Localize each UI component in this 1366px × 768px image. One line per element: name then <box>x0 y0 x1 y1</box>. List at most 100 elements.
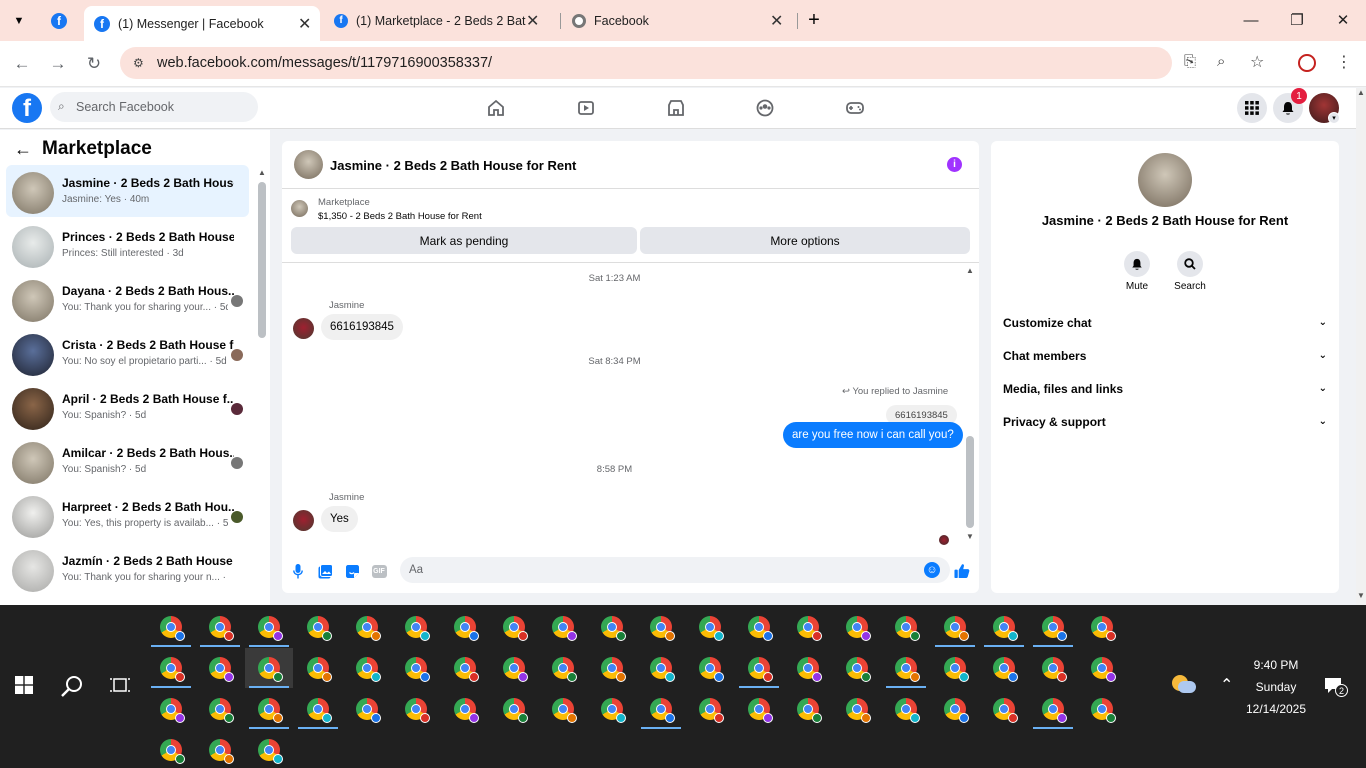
bookmark-star-icon[interactable]: ☆ <box>1250 52 1264 72</box>
menu-grid-icon[interactable] <box>1237 93 1267 123</box>
chrome-profile-icon[interactable] <box>846 657 871 682</box>
clock-day[interactable]: Sunday <box>1231 680 1321 694</box>
chrome-profile-icon[interactable] <box>1091 657 1116 682</box>
chrome-profile-icon[interactable] <box>307 657 332 682</box>
info-avatar[interactable] <box>1138 153 1192 207</box>
chrome-profile-icon[interactable] <box>797 698 822 723</box>
scroll-down-icon[interactable]: ▼ <box>1357 591 1365 600</box>
install-app-icon[interactable]: ⎘ <box>1184 53 1196 70</box>
chrome-profile-icon[interactable] <box>209 657 234 682</box>
chrome-profile-icon[interactable] <box>503 698 528 723</box>
chrome-profile-icon[interactable] <box>1042 698 1067 723</box>
chrome-profile-icon[interactable] <box>503 616 528 641</box>
chrome-profile-icon[interactable] <box>160 616 185 641</box>
chrome-profile-icon[interactable] <box>748 657 773 682</box>
video-icon[interactable] <box>575 97 597 119</box>
chrome-profile-icon[interactable] <box>797 616 822 641</box>
tab-messenger[interactable]: f (1) Messenger | Facebook ✕ <box>84 6 320 41</box>
address-bar[interactable]: ⚙ web.facebook.com/messages/t/1179716900… <box>120 47 1264 79</box>
message-bubble[interactable]: 6616193845 <box>321 314 403 340</box>
chrome-profile-icon[interactable] <box>454 657 479 682</box>
chrome-profile-icon[interactable] <box>895 657 920 682</box>
list-scroll-up-icon[interactable]: ▲ <box>258 168 266 177</box>
chrome-profile-icon[interactable] <box>944 698 969 723</box>
list-scrollbar-thumb[interactable] <box>258 182 266 338</box>
tab-facebook[interactable]: Facebook ✕ <box>572 6 788 35</box>
chat-scroll-up-icon[interactable]: ▲ <box>966 266 974 275</box>
profile-icon[interactable] <box>1298 54 1316 72</box>
marketplace-icon[interactable] <box>665 97 687 119</box>
chrome-profile-icon[interactable] <box>650 657 675 682</box>
chrome-profile-icon[interactable] <box>993 657 1018 682</box>
search-in-chat-button[interactable]: Search <box>1170 251 1210 292</box>
mark-as-pending-button[interactable]: Mark as pending <box>291 227 637 254</box>
microphone-icon[interactable] <box>290 563 306 579</box>
back-arrow-icon[interactable]: ← <box>14 139 32 160</box>
chrome-profile-icon[interactable] <box>552 616 577 641</box>
conversation-row[interactable]: Jazmín · 2 Beds 2 Bath House f... You: T… <box>6 543 249 595</box>
conversation-row[interactable]: Crista · 2 Beds 2 Bath House f... You: N… <box>6 327 249 379</box>
chrome-profile-icon[interactable] <box>895 616 920 641</box>
tab-search-button[interactable]: ▼ <box>8 10 30 32</box>
message-input[interactable]: Aa ☺ <box>400 557 950 583</box>
photo-icon[interactable] <box>317 563 333 579</box>
scroll-up-icon[interactable]: ▲ <box>1357 88 1365 97</box>
chrome-profile-icon[interactable] <box>846 698 871 723</box>
action-center-icon[interactable]: 2 <box>1324 677 1348 697</box>
menu-icon[interactable]: ⋮ <box>1336 52 1352 72</box>
clock-time[interactable]: 9:40 PM <box>1231 658 1321 672</box>
chrome-profile-icon[interactable] <box>552 698 577 723</box>
clock-date[interactable]: 12/14/2025 <box>1231 702 1321 716</box>
chrome-profile-icon[interactable] <box>209 739 234 764</box>
chrome-profile-icon[interactable] <box>1042 657 1067 682</box>
site-info-icon[interactable]: ⚙ <box>133 56 144 70</box>
home-icon[interactable] <box>485 97 507 119</box>
back-icon[interactable]: ← <box>9 51 35 77</box>
chrome-profile-icon[interactable] <box>307 698 332 723</box>
chrome-profile-icon[interactable] <box>993 616 1018 641</box>
customize-chat-section[interactable]: Customize chat ⌄ <box>1003 306 1327 339</box>
mute-button[interactable]: Mute <box>1117 251 1157 292</box>
message-bubble[interactable]: Yes <box>321 506 358 532</box>
chrome-profile-icon[interactable] <box>258 698 283 723</box>
chrome-profile-icon[interactable] <box>356 698 381 723</box>
chrome-profile-icon[interactable] <box>699 616 724 641</box>
tab-marketplace[interactable]: f (1) Marketplace - 2 Beds 2 Bath ✕ <box>334 6 554 35</box>
groups-icon[interactable] <box>754 97 776 119</box>
task-view-icon[interactable] <box>110 676 130 697</box>
chrome-profile-icon[interactable] <box>650 698 675 723</box>
restore-icon[interactable]: ❐ <box>1274 0 1320 40</box>
gaming-icon[interactable] <box>844 97 866 119</box>
conversation-row[interactable]: Princes · 2 Beds 2 Bath House f... Princ… <box>6 219 249 271</box>
chrome-profile-icon[interactable] <box>797 657 822 682</box>
close-tab-icon[interactable]: ✕ <box>526 11 539 31</box>
conversation-row[interactable]: Amilcar · 2 Beds 2 Bath Hous... You: Spa… <box>6 435 249 487</box>
account-chevron-icon[interactable]: ▾ <box>1328 112 1340 124</box>
chrome-profile-icon[interactable] <box>552 657 577 682</box>
chrome-profile-icon[interactable] <box>944 616 969 641</box>
chrome-profile-icon[interactable] <box>160 698 185 723</box>
message-bubble[interactable]: are you free now i can call you? <box>783 422 963 448</box>
chrome-profile-icon[interactable] <box>748 616 773 641</box>
chrome-profile-icon[interactable] <box>699 698 724 723</box>
privacy-support-section[interactable]: Privacy & support ⌄ <box>1003 405 1327 438</box>
chat-info-icon[interactable]: i <box>947 157 962 172</box>
conversation-row[interactable]: Harpreet · 2 Beds 2 Bath Hou... You: Yes… <box>6 489 249 541</box>
more-options-button[interactable]: More options <box>640 227 970 254</box>
chrome-profile-icon[interactable] <box>258 657 283 682</box>
chrome-profile-icon[interactable] <box>601 657 626 682</box>
chrome-profile-icon[interactable] <box>454 616 479 641</box>
chrome-profile-icon[interactable] <box>356 616 381 641</box>
gif-icon[interactable]: GIF <box>371 563 387 579</box>
chrome-profile-icon[interactable] <box>601 698 626 723</box>
taskbar-search-icon[interactable] <box>61 675 83 700</box>
chrome-profile-icon[interactable] <box>258 739 283 764</box>
sticker-icon[interactable] <box>344 563 360 579</box>
chrome-profile-icon[interactable] <box>160 657 185 682</box>
chrome-profile-icon[interactable] <box>993 698 1018 723</box>
facebook-logo-icon[interactable]: f <box>12 93 42 123</box>
chat-title[interactable]: Jasmine · 2 Beds 2 Bath House for Rent <box>330 158 576 173</box>
forward-icon[interactable]: → <box>45 51 71 77</box>
chrome-profile-icon[interactable] <box>503 657 528 682</box>
chrome-profile-icon[interactable] <box>405 657 430 682</box>
